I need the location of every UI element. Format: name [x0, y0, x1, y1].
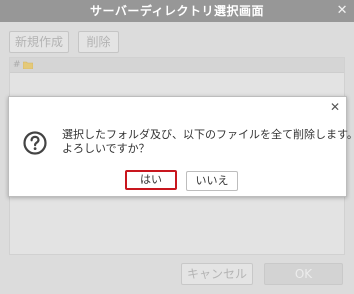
confirm-message: 選択したフォルダ及び、以下のファイルを全て削除します。 よろしいですか？	[62, 128, 354, 156]
window-title: サーバーディレクトリ選択画面	[89, 4, 265, 18]
yes-button[interactable]: はい	[125, 170, 177, 190]
confirm-message-line2: よろしいですか？	[62, 142, 150, 155]
question-icon	[23, 131, 47, 155]
window-close-icon[interactable]: ✕	[337, 0, 348, 22]
confirm-message-line1: 選択したフォルダ及び、以下のファイルを全て削除します。	[62, 128, 354, 141]
close-icon[interactable]: ✕	[330, 101, 340, 113]
title-bar: サーバーディレクトリ選択画面 ✕	[0, 0, 354, 22]
no-button[interactable]: いいえ	[186, 171, 238, 191]
delete-confirm-dialog: ✕ 選択したフォルダ及び、以下のファイルを全て削除します。 よろしいですか？ は…	[8, 96, 354, 197]
